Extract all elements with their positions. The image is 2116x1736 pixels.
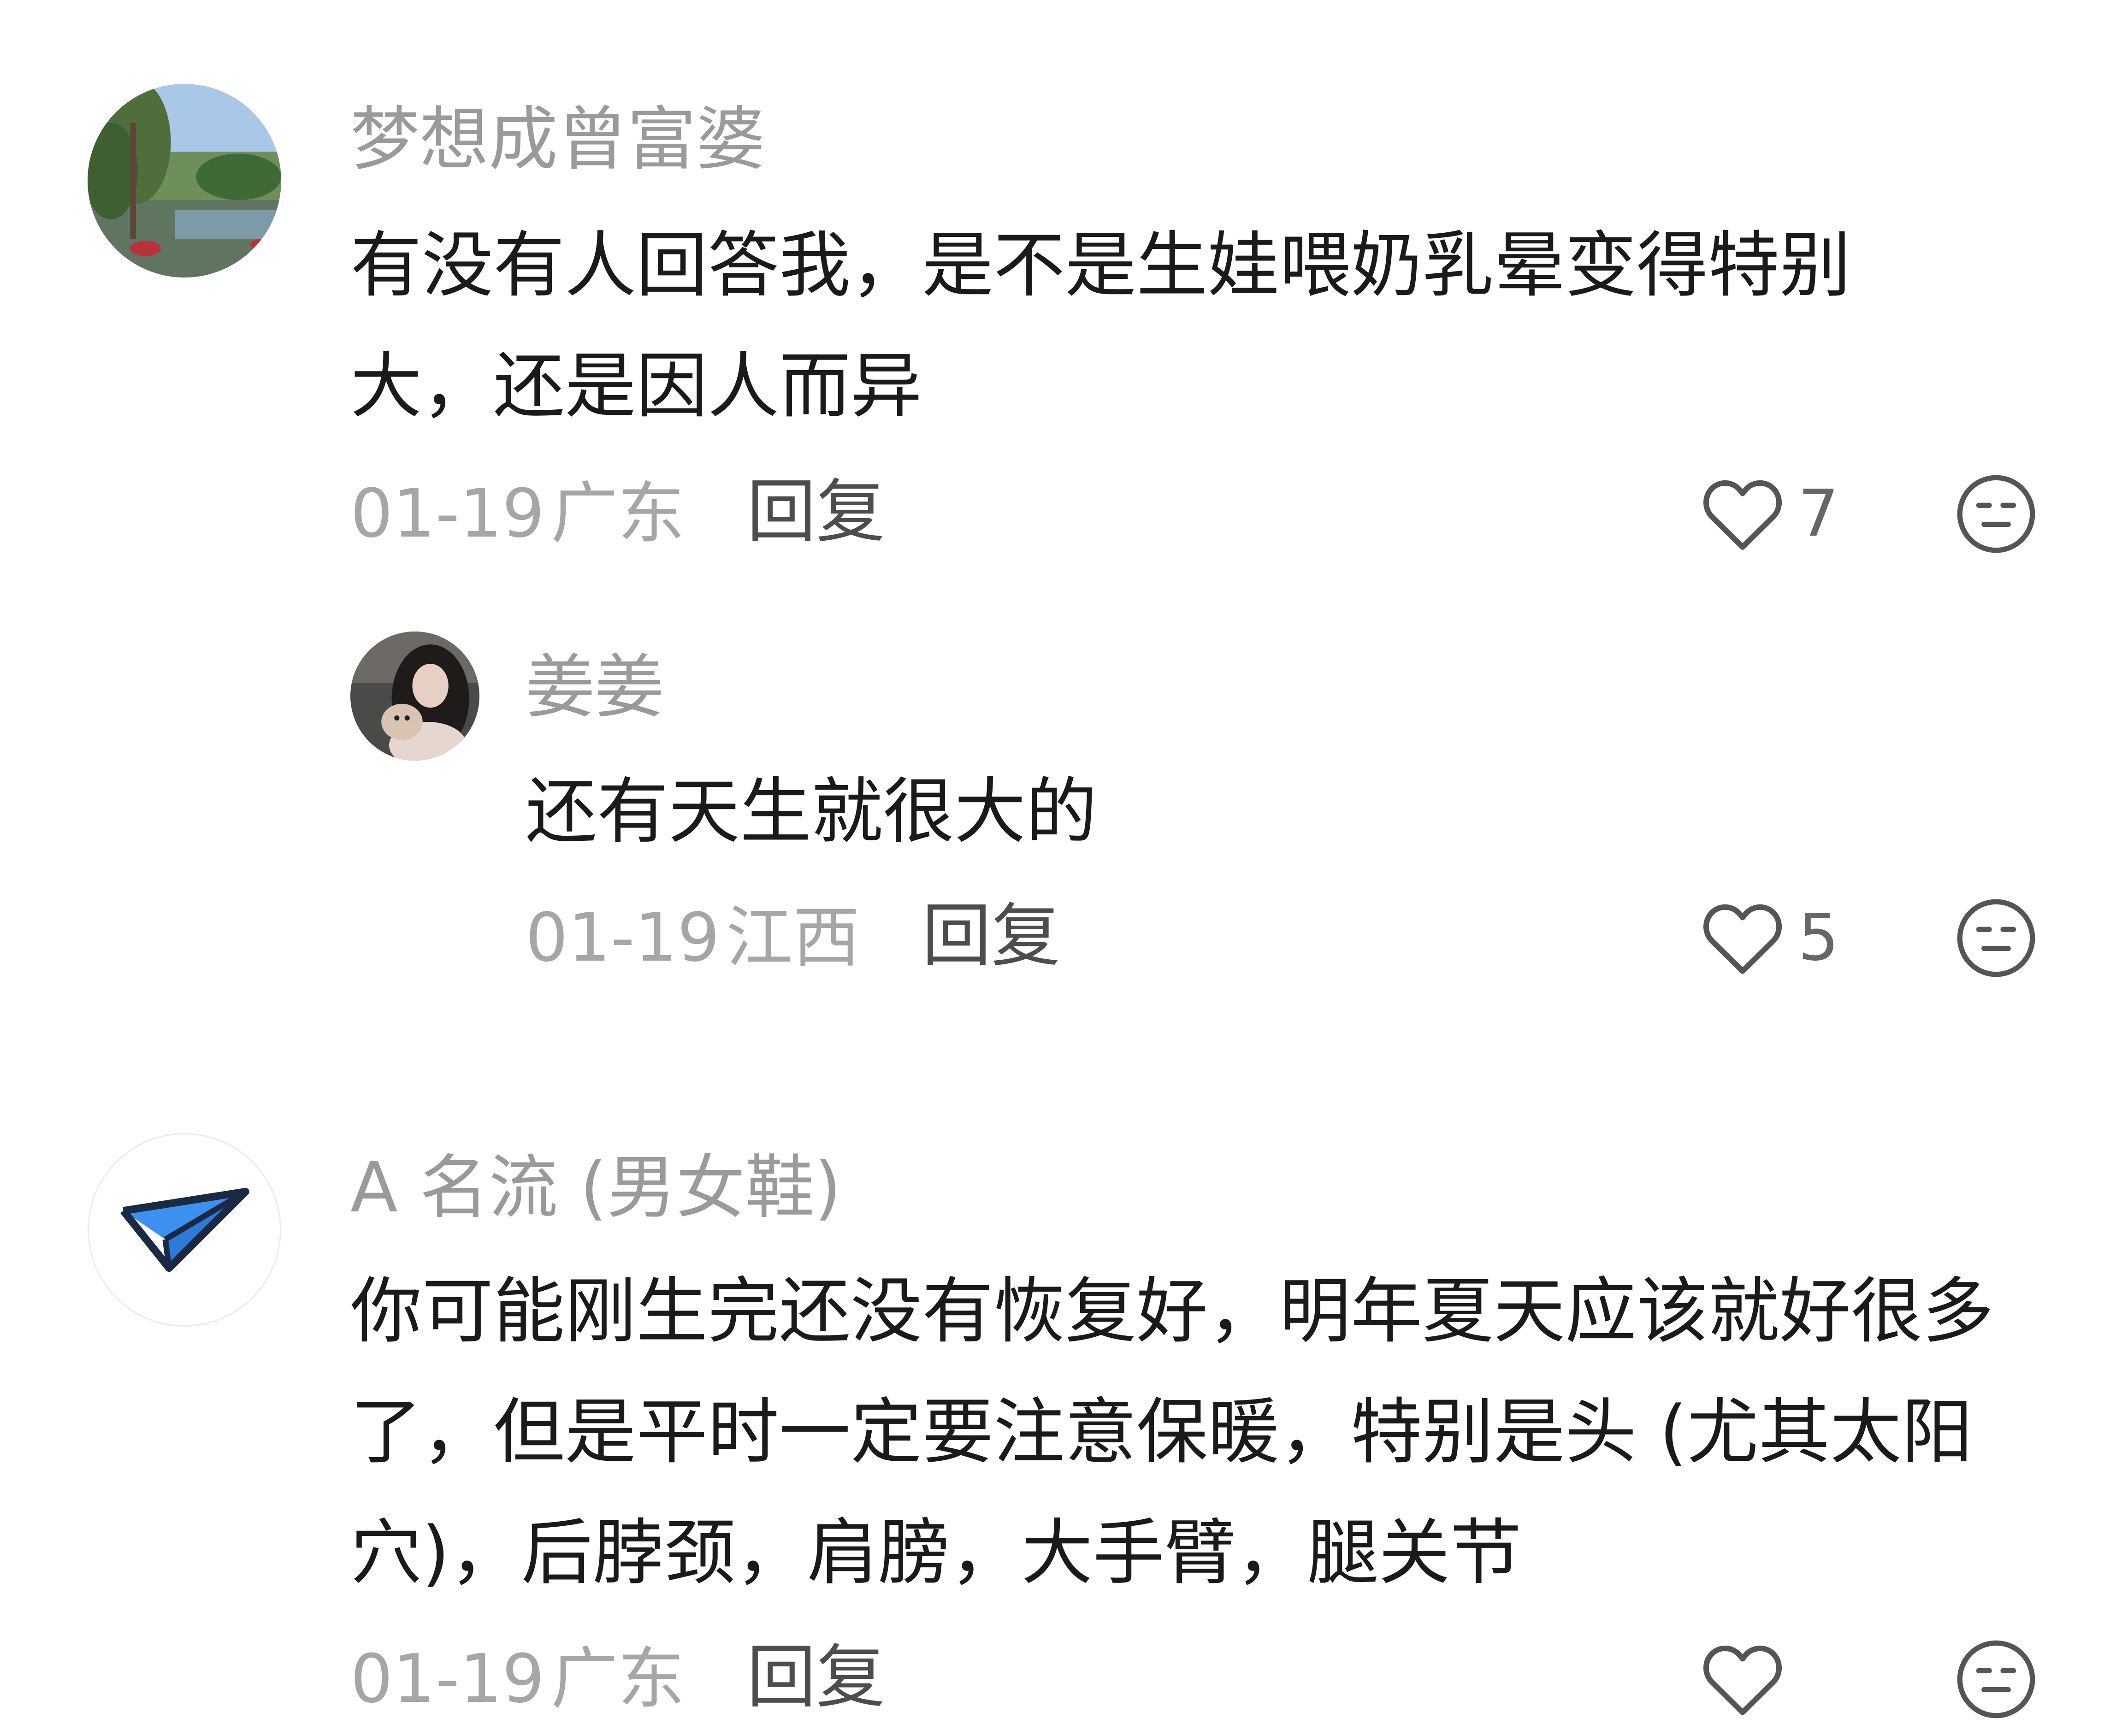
comment-location: 广东	[551, 1640, 685, 1718]
like-button[interactable]: 5	[1701, 894, 1839, 982]
reply-button[interactable]: 回复	[922, 902, 1060, 971]
like-count: 7	[1798, 476, 1839, 551]
landscape-lake-avatar-icon	[88, 84, 281, 278]
heart-icon	[1701, 476, 1784, 552]
neutral-face-icon	[1955, 472, 2038, 555]
dislike-button[interactable]	[1955, 472, 2038, 555]
dislike-button[interactable]	[1955, 1638, 2038, 1721]
reply-button[interactable]: 回复	[747, 1643, 885, 1712]
comment-username[interactable]: A 名流 (男女鞋)	[350, 1153, 841, 1222]
heart-icon	[1701, 1642, 1784, 1718]
neutral-face-icon	[1955, 1638, 2038, 1721]
comment-date: 01-19	[350, 1640, 545, 1718]
comment-location: 广东	[551, 475, 685, 553]
comment-date: 01-19	[350, 475, 545, 553]
reply-text: 还有天生就很大的	[526, 770, 1097, 853]
like-count: 5	[1798, 900, 1839, 975]
like-button[interactable]	[1701, 1636, 1798, 1723]
neutral-face-icon	[1955, 897, 2038, 980]
comment-text: 有没有人回答我，是不是生娃喂奶乳晕变得特别大，还是因人而异	[350, 224, 1851, 428]
avatar[interactable]	[88, 84, 281, 278]
woman-with-dog-avatar-icon	[350, 632, 479, 761]
paper-plane-avatar-icon	[120, 1187, 249, 1272]
like-button[interactable]: 7	[1701, 470, 1839, 558]
reply-button[interactable]: 回复	[747, 478, 885, 547]
dislike-button[interactable]	[1955, 897, 2038, 980]
heart-icon	[1701, 900, 1784, 976]
reply-username[interactable]: 姜姜	[526, 653, 664, 722]
reply-date: 01-19	[526, 899, 720, 977]
avatar[interactable]	[88, 1133, 281, 1327]
comment-text: 你可能刚生完还没有恢复好，明年夏天应该就好很多了，但是平时一定要注意保暖，特别是…	[350, 1270, 1994, 1594]
comment-username[interactable]: 梦想成曾富婆	[350, 105, 765, 174]
avatar[interactable]	[350, 632, 479, 761]
reply-location: 江西	[726, 899, 860, 977]
